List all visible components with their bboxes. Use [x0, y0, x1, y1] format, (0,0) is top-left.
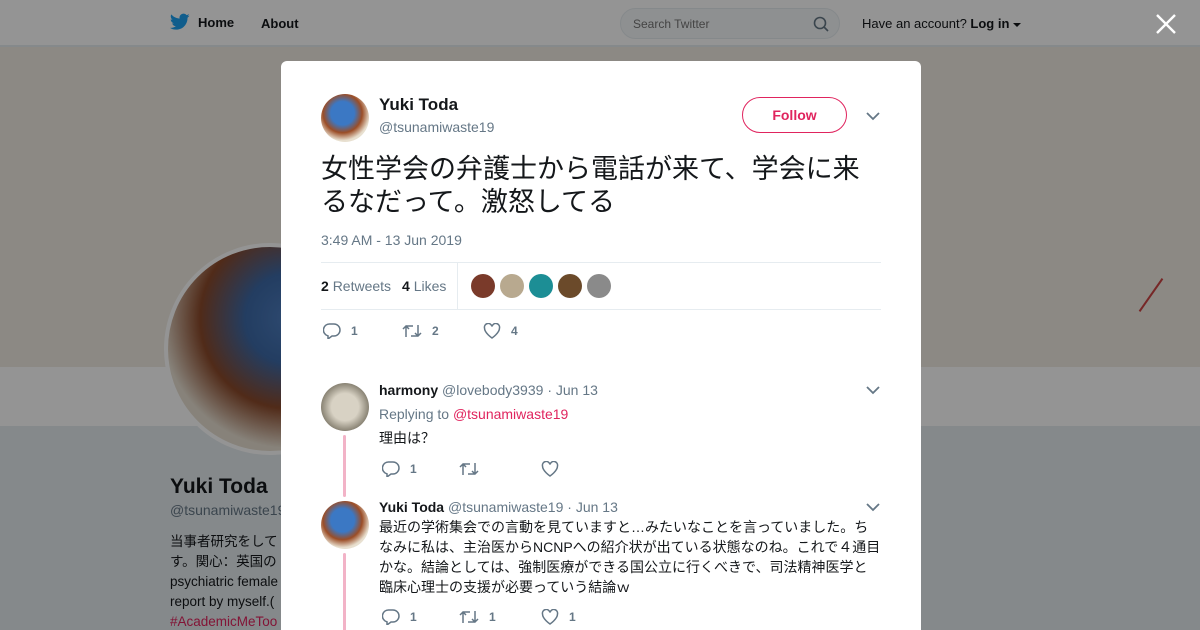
- retweet-icon: [459, 462, 479, 476]
- retweet-action[interactable]: 2: [402, 323, 439, 339]
- stats-divider: [457, 263, 458, 309]
- tweet-author-handle[interactable]: @tsunamiwaste19: [379, 119, 494, 135]
- separator-dot: ·: [547, 382, 552, 398]
- reply-text: 最近の学術集会での言動を見ていますと…みたいなことを言っていました。ちなみに私は…: [379, 519, 881, 595]
- retweet-icon: [402, 324, 422, 338]
- reply-action[interactable]: 1: [382, 461, 417, 477]
- reply-author-handle[interactable]: @tsunamiwaste19: [448, 499, 563, 515]
- like-stat[interactable]: 4 Likes: [402, 278, 446, 294]
- retweet-count: 2: [321, 278, 329, 294]
- retweet-count: 2: [432, 324, 439, 338]
- reply-author-name[interactable]: Yuki Toda: [379, 499, 444, 515]
- reply-author-name[interactable]: harmony: [379, 382, 438, 398]
- reply-date[interactable]: Jun 13: [576, 499, 618, 515]
- likes-label: Likes: [413, 278, 447, 294]
- reply-icon: [382, 609, 400, 625]
- retweet-count: 1: [489, 610, 496, 624]
- retweet-action[interactable]: [459, 461, 489, 477]
- reply-author: harmony @lovebody3939 · Jun 13: [379, 382, 598, 398]
- retweet-stat[interactable]: 2 Retweets: [321, 278, 391, 294]
- heart-icon: [483, 323, 501, 339]
- follow-button[interactable]: Follow: [742, 97, 847, 133]
- chevron-down-icon[interactable]: [865, 108, 881, 124]
- like-action[interactable]: [541, 461, 569, 477]
- avatar[interactable]: [321, 383, 369, 431]
- heart-icon: [541, 461, 559, 477]
- reply-count: 1: [410, 462, 417, 476]
- tweet-author-name[interactable]: Yuki Toda: [379, 95, 458, 115]
- like-count: 4: [511, 324, 518, 338]
- chevron-down-icon[interactable]: [865, 499, 881, 515]
- heart-icon: [541, 609, 559, 625]
- retweet-action[interactable]: 1: [459, 609, 496, 625]
- reply-author: Yuki Toda @tsunamiwaste19 · Jun 13: [379, 499, 618, 515]
- reply-text: 理由は？: [379, 430, 435, 446]
- separator-dot: ·: [567, 499, 572, 515]
- likers-avatars: [471, 274, 611, 298]
- reply-count: 1: [410, 610, 417, 624]
- reply-action[interactable]: 1: [382, 609, 417, 625]
- thread-line: [343, 435, 346, 497]
- like-count: 1: [569, 610, 576, 624]
- replying-to: Replying to @tsunamiwaste19: [379, 406, 568, 422]
- tweet-stats: 2 Retweets 4 Likes: [321, 262, 881, 310]
- tweet-text: 女性学会の弁護士から電話が来て、学会に来るなだって。激怒してる: [321, 154, 860, 217]
- liker-avatar[interactable]: [558, 274, 582, 298]
- reply-date[interactable]: Jun 13: [556, 382, 598, 398]
- retweets-label: Retweets: [332, 278, 392, 294]
- like-count: 4: [402, 278, 410, 294]
- retweet-icon: [459, 610, 479, 624]
- reply-icon: [382, 461, 400, 477]
- liker-avatar[interactable]: [529, 274, 553, 298]
- close-icon[interactable]: [1154, 12, 1178, 36]
- chevron-down-icon[interactable]: [865, 382, 881, 398]
- replying-to-label: Replying to: [379, 406, 450, 422]
- avatar[interactable]: [321, 501, 369, 549]
- mention-link[interactable]: @tsunamiwaste19: [453, 406, 568, 422]
- liker-avatar[interactable]: [587, 274, 611, 298]
- like-action[interactable]: 1: [541, 609, 576, 625]
- liker-avatar[interactable]: [471, 274, 495, 298]
- like-action[interactable]: 4: [483, 323, 518, 339]
- thread-line: [343, 553, 346, 630]
- liker-avatar[interactable]: [500, 274, 524, 298]
- tweet-modal: Yuki Toda @tsunamiwaste19 Follow 女性学会の弁護…: [281, 61, 921, 630]
- reply-count: 1: [351, 324, 358, 338]
- reply-action[interactable]: 1: [323, 323, 358, 339]
- tweet-timestamp[interactable]: 3:49 AM - 13 Jun 2019: [321, 232, 462, 248]
- avatar[interactable]: [321, 94, 369, 142]
- reply-author-handle[interactable]: @lovebody3939: [442, 382, 543, 398]
- reply-icon: [323, 323, 341, 339]
